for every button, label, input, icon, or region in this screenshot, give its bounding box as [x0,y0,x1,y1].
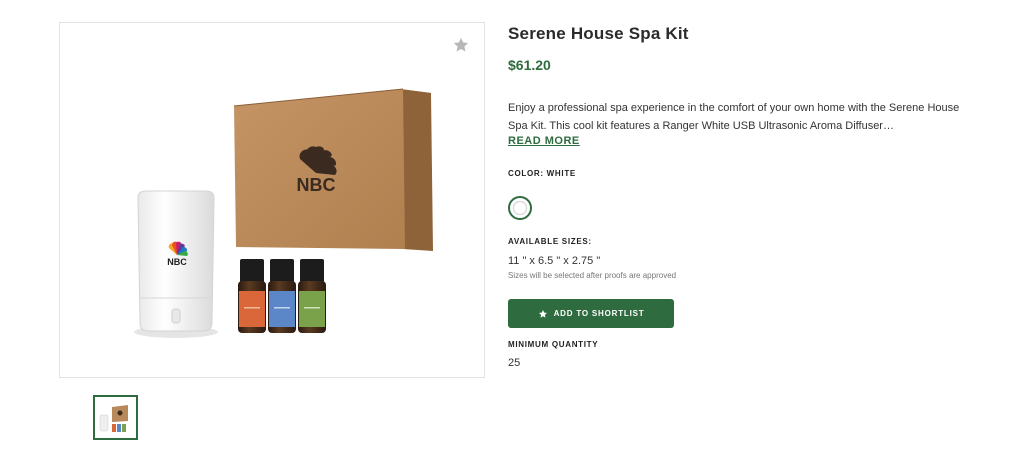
color-swatch-white[interactable] [508,196,532,220]
gallery-thumbnail[interactable] [93,395,138,440]
aroma-diffuser: NBC [134,190,218,338]
thumbnail-image [99,405,128,432]
oil-bottle-orange [238,259,266,333]
read-more-link[interactable]: READ MORE [508,135,580,147]
product-description: Enjoy a professional spa experience in t… [508,102,960,132]
star-icon [538,309,547,318]
oil-bottle-green [298,259,326,333]
box-logo-text: NBC [297,175,336,195]
product-image: NBC NBC [134,88,433,338]
essential-oil-bottles [238,259,326,333]
product-price: $61.20 [508,57,551,73]
sizes-note: Sizes will be selected after proofs are … [508,271,677,280]
color-label: COLOR: WHITE [508,169,576,178]
sizes-label: AVAILABLE SIZES: [508,237,592,246]
shortlist-button-label: ADD TO SHORTLIST [553,309,645,318]
product-title: Serene House Spa Kit [508,24,689,43]
add-to-shortlist-button[interactable]: ADD TO SHORTLIST [508,299,674,328]
sizes-value: 11 " x 6.5 " x 2.75 " [508,255,601,267]
minimum-quantity-label: MINIMUM QUANTITY [508,340,599,349]
diffuser-logo-text: NBC [167,257,187,267]
minimum-quantity-value: 25 [508,357,521,369]
product-image-frame: NBC NBC [59,22,485,378]
oil-bottle-blue [268,259,296,333]
kraft-box: NBC [233,88,433,251]
